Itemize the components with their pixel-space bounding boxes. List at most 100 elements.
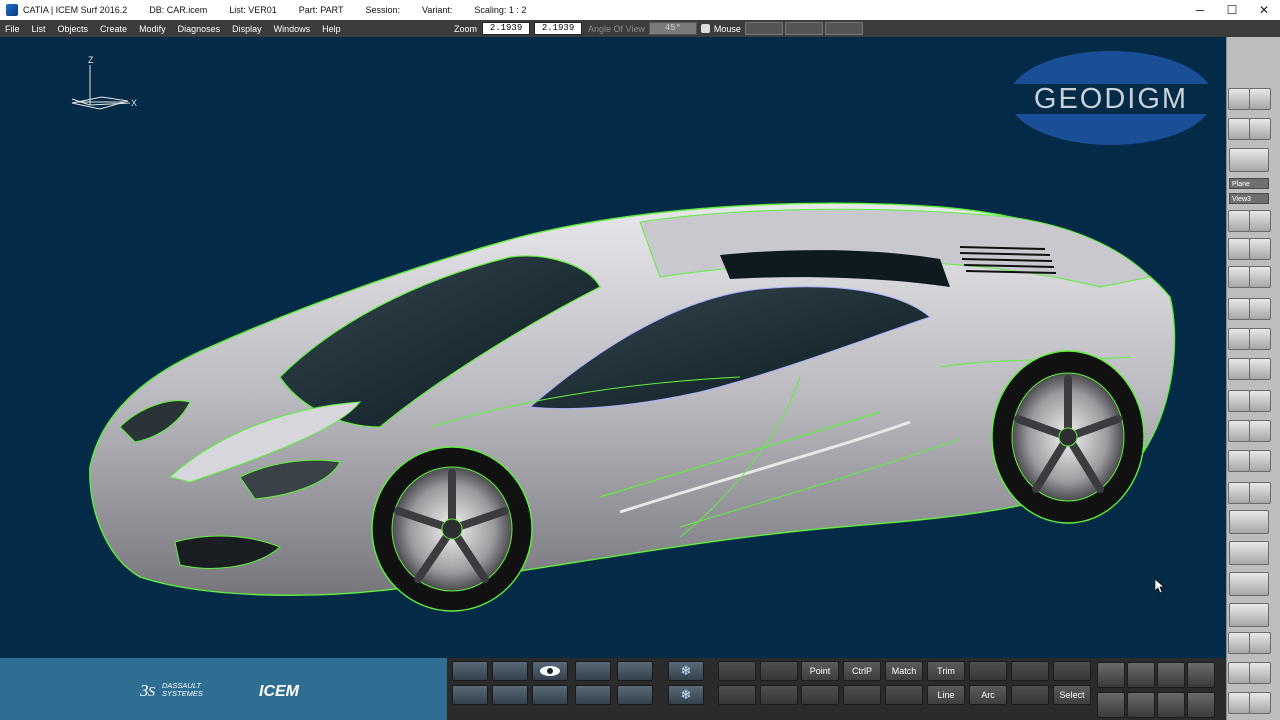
rt-tool-3[interactable] xyxy=(1228,118,1250,140)
bt-curve-tool-1-icon[interactable] xyxy=(1097,662,1125,688)
rt-view-4[interactable] xyxy=(1249,238,1271,260)
bt-snowflake-gear-icon[interactable]: ❄ xyxy=(668,685,704,705)
angle-of-view-field[interactable]: 45° xyxy=(648,22,697,35)
rt-tool-13[interactable] xyxy=(1228,390,1250,412)
bt-empty-9[interactable] xyxy=(843,685,881,705)
rt-view-3[interactable] xyxy=(1228,238,1250,260)
rt-tool-14[interactable] xyxy=(1249,390,1271,412)
menu-help[interactable]: Help xyxy=(316,24,347,34)
scaling-label: Scaling: 1 : 2 xyxy=(474,5,527,15)
close-button[interactable]: ✕ xyxy=(1248,0,1280,20)
rt-tool-19[interactable] xyxy=(1228,482,1250,504)
match-button[interactable]: Match xyxy=(885,661,923,681)
bt-empty-3[interactable] xyxy=(969,661,1007,681)
menu-objects[interactable]: Objects xyxy=(52,24,95,34)
rt-tool-20[interactable] xyxy=(1249,482,1271,504)
bt-curve-icon[interactable] xyxy=(492,661,528,681)
bt-section-icon[interactable] xyxy=(492,685,528,705)
bt-empty-2[interactable] xyxy=(760,661,798,681)
rt-tool-22[interactable] xyxy=(1229,541,1269,565)
arc-button[interactable]: Arc xyxy=(969,685,1007,705)
bt-eraser-icon[interactable] xyxy=(575,685,611,705)
bt-curve-tool-6-icon[interactable] xyxy=(1127,692,1155,718)
bt-surface-icon[interactable] xyxy=(532,685,568,705)
rt-view-2[interactable] xyxy=(1249,210,1271,232)
bt-empty-11[interactable] xyxy=(1011,685,1049,705)
rt-tool-11[interactable] xyxy=(1228,358,1250,380)
menu-windows[interactable]: Windows xyxy=(268,24,317,34)
menu-list[interactable]: List xyxy=(26,24,52,34)
ctrlp-button[interactable]: CtrlP xyxy=(843,661,881,681)
bt-curve-tool-5-icon[interactable] xyxy=(1097,692,1125,718)
icem-text: ICEM xyxy=(259,683,300,700)
rt-tool-10[interactable] xyxy=(1249,328,1271,350)
db-label: DB: CAR.icem xyxy=(149,5,208,15)
bt-move-view-icon[interactable] xyxy=(452,661,488,681)
rt-tool-4[interactable] xyxy=(1249,118,1271,140)
systemes-text: SYSTEMES xyxy=(162,689,203,698)
menu-modify[interactable]: Modify xyxy=(133,24,172,34)
rt-tool-27[interactable] xyxy=(1228,662,1250,684)
line-button[interactable]: Line xyxy=(927,685,965,705)
rt-tool-24[interactable] xyxy=(1229,603,1269,627)
car-model[interactable] xyxy=(80,177,1190,617)
front-wheel xyxy=(371,446,533,612)
plane-select[interactable]: Plane xyxy=(1229,178,1269,189)
trim-button[interactable]: Trim xyxy=(927,661,965,681)
geodigm-logo: GEODIGM xyxy=(1008,51,1214,145)
bt-curve-tool-2-icon[interactable] xyxy=(1127,662,1155,688)
bt-empty-7[interactable] xyxy=(760,685,798,705)
rt-tool-29[interactable] xyxy=(1228,692,1250,714)
rt-tool-9[interactable] xyxy=(1228,328,1250,350)
point-button[interactable]: Point xyxy=(801,661,839,681)
bt-empty-5[interactable] xyxy=(1053,661,1091,681)
bt-curve-tool-8-icon[interactable] xyxy=(1187,692,1215,718)
rt-tool-30[interactable] xyxy=(1249,692,1271,714)
zoom-input[interactable]: 2.1939 xyxy=(482,22,531,35)
maximize-button[interactable]: ☐ xyxy=(1216,0,1248,20)
bt-empty-1[interactable] xyxy=(718,661,756,681)
3d-viewport[interactable]: Z X GEODIGM xyxy=(0,37,1226,658)
bt-empty-4[interactable] xyxy=(1011,661,1049,681)
mouse-field-2 xyxy=(784,22,823,35)
menu-diagnoses[interactable]: Diagnoses xyxy=(172,24,227,34)
rt-globe-button[interactable] xyxy=(1229,572,1269,596)
bt-curve-tool-7-icon[interactable] xyxy=(1157,692,1185,718)
catia-app-icon xyxy=(6,4,18,16)
menu-create[interactable]: Create xyxy=(94,24,133,34)
bt-curve-tool-4-icon[interactable] xyxy=(1187,662,1215,688)
rt-view-5[interactable] xyxy=(1228,266,1250,288)
menu-display[interactable]: Display xyxy=(226,24,268,34)
rt-tool-16[interactable] xyxy=(1249,420,1271,442)
minimize-button[interactable]: ─ xyxy=(1184,0,1216,20)
rt-tool-17[interactable] xyxy=(1228,450,1250,472)
icem-logo: ICEM xyxy=(259,683,300,700)
rt-tool-2[interactable] xyxy=(1249,88,1271,110)
bt-snowflake-icon[interactable]: ❄ xyxy=(668,661,704,681)
rt-tool-1[interactable] xyxy=(1228,88,1250,110)
bt-tree-icon[interactable] xyxy=(575,661,611,681)
rt-tool-15[interactable] xyxy=(1228,420,1250,442)
rt-tool-25[interactable] xyxy=(1228,632,1250,654)
rt-tool-18[interactable] xyxy=(1249,450,1271,472)
menu-file[interactable]: File xyxy=(0,24,26,34)
bt-empty-10[interactable] xyxy=(885,685,923,705)
rt-view-1[interactable] xyxy=(1228,210,1250,232)
rt-tool-26[interactable] xyxy=(1249,632,1271,654)
bt-open-folder-icon[interactable] xyxy=(452,685,488,705)
select-button[interactable]: Select xyxy=(1053,685,1091,705)
bt-eye-icon[interactable] xyxy=(532,661,568,681)
rt-shading-button[interactable] xyxy=(1229,148,1269,172)
rt-view-8[interactable] xyxy=(1249,298,1271,320)
view-select[interactable]: View3 xyxy=(1229,193,1269,204)
bt-empty-8[interactable] xyxy=(801,685,839,705)
rt-view-6[interactable] xyxy=(1249,266,1271,288)
bt-empty-6[interactable] xyxy=(718,685,756,705)
bt-curve-tool-3-icon[interactable] xyxy=(1157,662,1185,688)
rt-tool-12[interactable] xyxy=(1249,358,1271,380)
rt-tool-28[interactable] xyxy=(1249,662,1271,684)
rt-frame-button[interactable] xyxy=(1229,510,1269,534)
bt-grid-icon[interactable] xyxy=(617,685,653,705)
rt-view-7[interactable] xyxy=(1228,298,1250,320)
bt-window-icon[interactable] xyxy=(617,661,653,681)
